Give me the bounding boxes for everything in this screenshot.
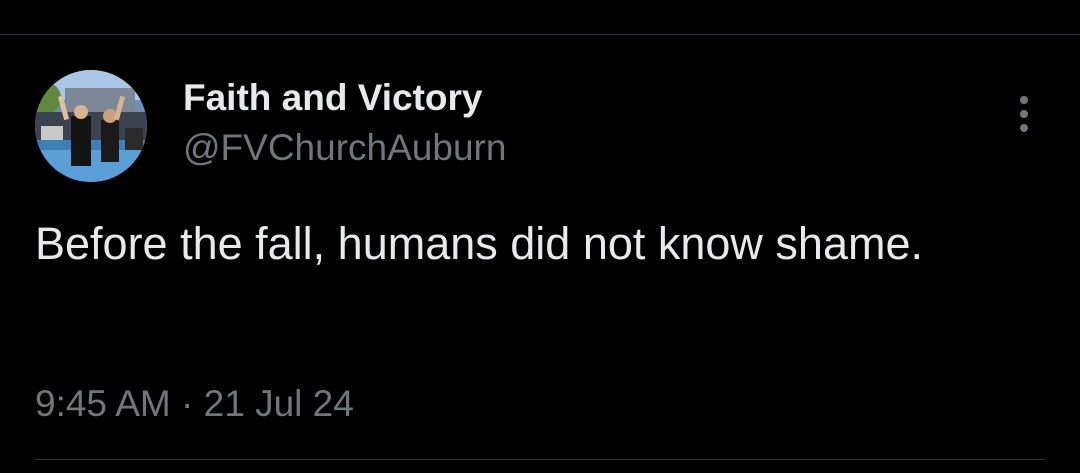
tweet-text: Before the fall, humans did not know sha… xyxy=(35,218,924,269)
more-vertical-icon xyxy=(1020,96,1028,104)
top-divider xyxy=(0,34,1080,35)
tweet-time[interactable]: 9:45 AM xyxy=(35,383,171,424)
author-block: Faith and Victory @FVChurchAuburn xyxy=(183,72,506,172)
meta-separator: · xyxy=(181,383,194,424)
tweet-date[interactable]: 21 Jul 24 xyxy=(204,383,354,424)
tweet-meta: 9:45 AM · 21 Jul 24 xyxy=(35,380,354,428)
avatar-photo-icon xyxy=(35,70,147,182)
more-vertical-icon-dot xyxy=(1020,124,1028,132)
avatar[interactable] xyxy=(35,70,147,182)
bottom-divider xyxy=(35,459,1045,460)
more-vertical-icon-dot xyxy=(1020,110,1028,118)
more-options-button[interactable] xyxy=(1004,92,1044,136)
display-name[interactable]: Faith and Victory xyxy=(183,72,506,124)
handle[interactable]: @FVChurchAuburn xyxy=(183,124,506,172)
